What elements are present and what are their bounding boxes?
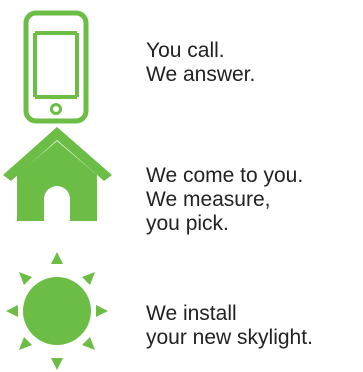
step-call-line-2: We answer. <box>146 63 256 86</box>
step-call: You call. We answer. <box>0 0 363 130</box>
step-measure-line-3: you pick. <box>146 212 229 235</box>
sun-icon <box>6 252 108 370</box>
step-call-line-1: You call. <box>146 39 225 62</box>
step-install-line-1: We install <box>146 302 237 325</box>
step-measure-line-1: We come to you. <box>146 164 304 187</box>
step-install-text: We install your new skylight. <box>146 302 313 350</box>
step-measure-line-2: We measure, <box>146 188 271 211</box>
smartphone-icon <box>23 10 89 124</box>
step-call-text: You call. We answer. <box>146 39 255 87</box>
house-icon <box>3 127 112 221</box>
step-install: We install your new skylight. <box>0 250 363 372</box>
step-install-line-2: your new skylight. <box>146 326 313 349</box>
step-measure-text: We come to you. We measure, you pick. <box>146 164 303 236</box>
step-measure: We come to you. We measure, you pick. <box>0 127 363 250</box>
